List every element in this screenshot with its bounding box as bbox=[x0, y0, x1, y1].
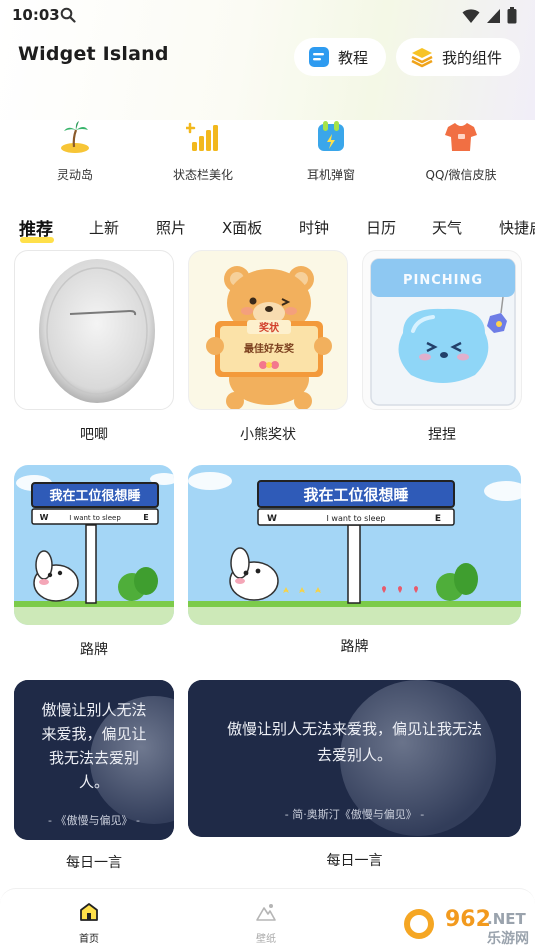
certificate-text: 最佳好友奖 bbox=[244, 342, 295, 355]
quote-source: - 简·奥斯汀《傲慢与偏见》 - bbox=[284, 808, 425, 821]
quote-line: 去爱别人。 bbox=[316, 746, 392, 764]
quote-line: 人。 bbox=[78, 773, 109, 791]
quote-text: 傲慢让别人无法 来爱我，偏见让 我无法去爱别 人。 bbox=[20, 698, 168, 794]
sign-right-dir: E bbox=[143, 513, 148, 522]
tab-x-panel[interactable]: X面板 bbox=[222, 217, 262, 238]
feature-dynamic-island[interactable]: 灵动岛 bbox=[20, 120, 130, 183]
watermark-sub: 乐游网 bbox=[487, 930, 529, 947]
tab-weather[interactable]: 天气 bbox=[432, 217, 462, 238]
mountain-wallpaper-icon bbox=[256, 904, 276, 921]
sign-title: 我在工位很想睡 bbox=[49, 488, 140, 504]
nav-label: 壁纸 bbox=[256, 934, 276, 945]
stack-layers-icon bbox=[411, 48, 433, 68]
watermark-962-logo: 962 .NET 乐游网 bbox=[397, 904, 529, 947]
status-bar: 10:03 bbox=[0, 0, 535, 32]
tab-photos[interactable]: 照片 bbox=[156, 217, 186, 238]
nav-home[interactable]: 首页 bbox=[59, 901, 119, 945]
pin-badge-image bbox=[39, 259, 155, 403]
sign-left-dir: W bbox=[267, 514, 277, 524]
category-tabs: 推荐 上新 照片 X面板 时钟 日历 天气 快捷启动 bbox=[0, 213, 535, 243]
feature-label: 灵动岛 bbox=[56, 168, 93, 182]
quote-line: 傲慢让别人无法来爱我，偏见让我无法 bbox=[226, 720, 482, 738]
my-widgets-button[interactable]: 我的组件 bbox=[396, 38, 520, 76]
watermark-suffix: .NET bbox=[487, 910, 526, 928]
tutorial-label: 教程 bbox=[338, 48, 369, 67]
tutorial-button[interactable]: 教程 bbox=[294, 38, 386, 76]
widget-card-daily-quote-large[interactable]: 傲慢让别人无法来爱我，偏见让我无法 去爱别人。 - 简·奥斯汀《傲慢与偏见》 - bbox=[188, 680, 521, 837]
bag-brand-text: PINCHING bbox=[403, 273, 483, 288]
widget-card-bear-award[interactable]: 奖状 最佳好友奖 bbox=[188, 250, 348, 410]
tshirt-icon bbox=[445, 123, 477, 151]
tab-calendar[interactable]: 日历 bbox=[366, 217, 396, 238]
quote-line: 傲慢让别人无法 bbox=[41, 701, 147, 719]
status-time: 10:03 bbox=[12, 6, 60, 24]
quote-line: 我无法去爱别 bbox=[48, 749, 139, 767]
widget-label: 小熊奖状 bbox=[240, 427, 296, 443]
certificate-title: 奖状 bbox=[259, 321, 280, 334]
widget-card-road-sign-large[interactable]: 我在工位很想睡 W I want to sleep E bbox=[188, 465, 521, 625]
quote-text: 傲慢让别人无法来爱我，偏见让我无法 去爱别人。 bbox=[198, 716, 511, 768]
nav-wallpaper[interactable]: 壁纸 bbox=[236, 901, 296, 945]
tab-quick-launch[interactable]: 快捷启动 bbox=[499, 217, 535, 238]
widget-card-daily-quote-small[interactable]: 傲慢让别人无法 来爱我，偏见让 我无法去爱别 人。 - 《傲慢与偏见》 - bbox=[14, 680, 174, 840]
watermark-brand: 962 bbox=[445, 907, 491, 932]
quote-line: 来爱我，偏见让 bbox=[41, 725, 147, 743]
search-icon[interactable] bbox=[60, 7, 76, 23]
my-widgets-label: 我的组件 bbox=[442, 48, 503, 67]
tab-new[interactable]: 上新 bbox=[89, 217, 119, 238]
app-title: Widget Island bbox=[18, 43, 169, 65]
tab-clock[interactable]: 时钟 bbox=[299, 217, 329, 238]
feature-label: 耳机弹窗 bbox=[306, 168, 355, 182]
squish-toy-image: PINCHING bbox=[370, 258, 516, 406]
palm-island-icon bbox=[61, 121, 89, 153]
wifi-icon bbox=[462, 8, 480, 23]
feature-qq-wechat-skin[interactable]: QQ/微信皮肤 bbox=[406, 120, 516, 183]
widget-label: 每日一言 bbox=[66, 855, 122, 871]
widget-label: 路牌 bbox=[80, 642, 108, 658]
feature-row: 灵动岛 状态栏美化 耳机弹窗 QQ/微信皮肤 bbox=[0, 120, 535, 190]
sign-left-dir: W bbox=[40, 513, 49, 522]
tutorial-doc-icon bbox=[309, 47, 329, 67]
watermark-logo: 962 .NET 乐游网 bbox=[395, 898, 535, 948]
widget-label: 捏捏 bbox=[428, 427, 456, 443]
earbuds-icon bbox=[318, 121, 344, 151]
sign-title: 我在工位很想睡 bbox=[303, 486, 408, 504]
quote-source: - 《傲慢与偏见》 - bbox=[48, 814, 140, 827]
widget-card-road-sign-small[interactable]: 我在工位很想睡 W I want to sleep E bbox=[14, 465, 174, 625]
nav-label: 首页 bbox=[79, 934, 99, 945]
status-icons bbox=[462, 7, 517, 24]
widget-label: 路牌 bbox=[340, 639, 369, 655]
road-sign-scene-small: 我在工位很想睡 W I want to sleep E bbox=[14, 465, 174, 625]
feature-statusbar[interactable]: 状态栏美化 bbox=[148, 120, 258, 183]
road-sign-scene-large: 我在工位很想睡 W I want to sleep E bbox=[188, 465, 521, 625]
widget-label: 吧唧 bbox=[80, 427, 108, 443]
signal-bars-icon bbox=[184, 122, 218, 151]
sign-right-dir: E bbox=[435, 514, 441, 524]
feature-label: QQ/微信皮肤 bbox=[425, 168, 497, 182]
widget-label: 每日一言 bbox=[326, 853, 383, 869]
feature-label: 状态栏美化 bbox=[172, 168, 233, 182]
widget-card-pin[interactable] bbox=[14, 250, 174, 410]
feature-earbuds[interactable]: 耳机弹窗 bbox=[276, 120, 386, 183]
tab-recommended[interactable]: 推荐 bbox=[19, 215, 53, 240]
sign-subtitle: I want to sleep bbox=[327, 514, 386, 523]
cellular-signal-icon bbox=[487, 8, 500, 23]
sign-subtitle: I want to sleep bbox=[69, 514, 121, 522]
home-icon bbox=[80, 903, 98, 921]
bear-certificate-image: 奖状 最佳好友奖 bbox=[206, 266, 332, 409]
battery-icon bbox=[507, 7, 517, 24]
widget-card-squish[interactable]: PINCHING bbox=[362, 250, 522, 410]
